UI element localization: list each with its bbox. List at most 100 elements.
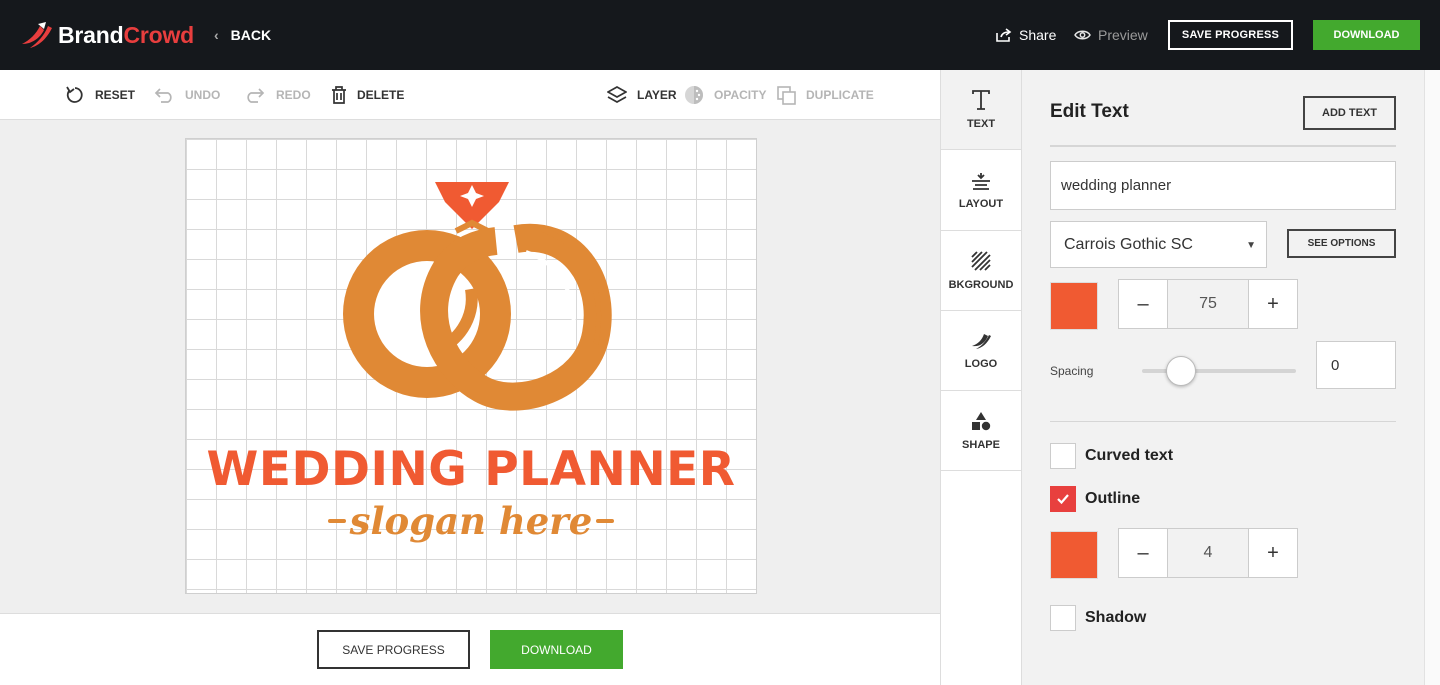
text-color-swatch[interactable] bbox=[1050, 282, 1098, 330]
tab-logo-label: LOGO bbox=[964, 357, 998, 370]
curved-text-toggle[interactable]: Curved text bbox=[1050, 443, 1173, 469]
slogan-text: slogan here bbox=[349, 499, 593, 543]
opacity-label: OPACITY bbox=[714, 88, 767, 102]
brandcrowd-logo[interactable]: BrandCrowd bbox=[20, 20, 194, 50]
curved-text-checkbox[interactable] bbox=[1050, 443, 1076, 469]
brand-name: BrandCrowd bbox=[58, 22, 194, 49]
outline-size-increase-button[interactable]: + bbox=[1248, 528, 1298, 578]
opacity-icon bbox=[685, 86, 703, 104]
logo-main-text[interactable]: WEDDING PLANNER bbox=[186, 442, 756, 497]
slogan-dash-right bbox=[596, 519, 615, 523]
layer-button[interactable]: LAYER bbox=[607, 84, 677, 106]
edit-text-panel: Edit Text ADD TEXT Carrois Gothic SC ▼ S… bbox=[1022, 70, 1424, 685]
outline-size-value[interactable]: 4 bbox=[1168, 528, 1248, 578]
diamond-gem-icon bbox=[435, 182, 509, 234]
tab-background-label: BKGROUND bbox=[948, 278, 1014, 291]
logo-icon bbox=[972, 333, 991, 349]
spacing-label: Spacing bbox=[1050, 364, 1094, 378]
panel-scrollbar[interactable] bbox=[1424, 70, 1440, 685]
eye-icon bbox=[1074, 30, 1091, 40]
text-content-input[interactable] bbox=[1050, 161, 1396, 210]
brand-name-part2: Crowd bbox=[123, 21, 195, 48]
curved-text-label: Curved text bbox=[1085, 447, 1174, 464]
font-size-decrease-button[interactable]: – bbox=[1118, 279, 1168, 329]
opacity-button[interactable]: OPACITY bbox=[684, 84, 766, 106]
duplicate-icon bbox=[777, 85, 796, 105]
reset-label: RESET bbox=[95, 88, 136, 102]
undo-label: UNDO bbox=[185, 88, 221, 102]
shadow-checkbox[interactable] bbox=[1050, 605, 1076, 631]
brand-name-part1: Brand bbox=[58, 21, 124, 48]
add-text-button[interactable]: ADD TEXT bbox=[1303, 96, 1396, 130]
outline-color-swatch[interactable] bbox=[1050, 531, 1098, 579]
download-button-top[interactable]: DOWNLOAD bbox=[1313, 20, 1420, 50]
tab-logo[interactable]: LOGO bbox=[941, 311, 1021, 391]
layer-label: LAYER bbox=[637, 88, 677, 102]
spacing-slider-handle[interactable] bbox=[1166, 356, 1196, 386]
reset-button[interactable]: RESET bbox=[65, 84, 135, 106]
duplicate-button[interactable]: DUPLICATE bbox=[777, 84, 874, 106]
back-button[interactable]: ‹ BACK bbox=[214, 24, 271, 46]
divider bbox=[1050, 145, 1396, 147]
tab-background[interactable]: BKGROUND bbox=[941, 231, 1021, 311]
outline-toggle[interactable]: Outline bbox=[1050, 486, 1140, 512]
layers-icon bbox=[607, 86, 627, 103]
caret-down-icon: ▼ bbox=[1246, 240, 1256, 251]
tab-shape-label: SHAPE bbox=[962, 438, 1000, 451]
background-icon bbox=[971, 250, 991, 271]
trash-icon bbox=[332, 86, 346, 104]
panel-title: Edit Text bbox=[1050, 101, 1129, 122]
tab-text-label: TEXT bbox=[966, 117, 996, 130]
slogan-row[interactable]: slogan here bbox=[186, 499, 756, 543]
download-button-bottom[interactable]: DOWNLOAD bbox=[490, 630, 623, 669]
delete-button[interactable]: DELETE bbox=[331, 84, 404, 106]
outline-checkbox[interactable] bbox=[1050, 486, 1076, 512]
font-size-stepper: – 75 + bbox=[1118, 279, 1298, 329]
shadow-toggle[interactable]: Shadow bbox=[1050, 605, 1146, 631]
redo-label: REDO bbox=[276, 88, 311, 102]
preview-label: Preview bbox=[1098, 27, 1148, 43]
save-progress-button-bottom[interactable]: SAVE PROGRESS bbox=[317, 630, 470, 669]
divider bbox=[1050, 421, 1396, 422]
share-icon bbox=[996, 28, 1012, 42]
redo-button[interactable]: REDO bbox=[244, 84, 311, 106]
outline-size-stepper: – 4 + bbox=[1118, 528, 1298, 578]
font-family-value: Carrois Gothic SC bbox=[1064, 235, 1193, 253]
duplicate-label: DUPLICATE bbox=[806, 88, 874, 102]
chevron-left-icon: ‹ bbox=[214, 27, 219, 43]
undo-icon bbox=[154, 88, 172, 103]
preview-button[interactable]: Preview bbox=[1074, 24, 1148, 46]
save-progress-button-top[interactable]: SAVE PROGRESS bbox=[1168, 20, 1293, 50]
wedding-rings-graphic[interactable] bbox=[186, 139, 757, 439]
outline-size-decrease-button[interactable]: – bbox=[1118, 528, 1168, 578]
text-icon bbox=[972, 89, 990, 110]
logo-artboard[interactable]: WEDDING PLANNER slogan here bbox=[185, 138, 757, 594]
font-family-select[interactable]: Carrois Gothic SC ▼ bbox=[1050, 221, 1267, 268]
font-size-value[interactable]: 75 bbox=[1168, 279, 1248, 329]
edit-toolbar: RESET UNDO REDO DELETE LAYER OPACITY DUP… bbox=[0, 70, 940, 120]
font-size-increase-button[interactable]: + bbox=[1248, 279, 1298, 329]
top-bar: BrandCrowd ‹ BACK Share Preview SAVE PRO… bbox=[0, 0, 1440, 70]
delete-label: DELETE bbox=[357, 88, 405, 102]
spacing-input[interactable]: 0 bbox=[1316, 341, 1396, 389]
shadow-label: Shadow bbox=[1085, 609, 1147, 626]
tab-text[interactable]: TEXT bbox=[941, 70, 1021, 150]
share-button[interactable]: Share bbox=[996, 24, 1056, 46]
bottom-bar: SAVE PROGRESS DOWNLOAD bbox=[0, 613, 940, 685]
undo-button[interactable]: UNDO bbox=[153, 84, 220, 106]
checkmark-icon bbox=[1057, 494, 1069, 505]
tab-shape[interactable]: SHAPE bbox=[941, 391, 1021, 471]
redo-icon bbox=[247, 88, 265, 103]
back-label: BACK bbox=[230, 27, 272, 43]
tab-layout-label: LAYOUT bbox=[958, 197, 1004, 210]
brandcrowd-bird-icon bbox=[22, 22, 52, 48]
outline-label: Outline bbox=[1085, 490, 1141, 507]
shape-icon bbox=[972, 411, 991, 430]
share-label: Share bbox=[1019, 27, 1057, 43]
tab-layout[interactable]: LAYOUT bbox=[941, 151, 1021, 231]
reset-icon bbox=[66, 86, 83, 103]
side-tabs: TEXT LAYOUT BKGROUND LOGO SHAPE bbox=[940, 70, 1022, 685]
slogan-dash-left bbox=[327, 519, 346, 523]
layout-icon bbox=[972, 172, 990, 190]
see-options-button[interactable]: SEE OPTIONS bbox=[1287, 229, 1396, 258]
